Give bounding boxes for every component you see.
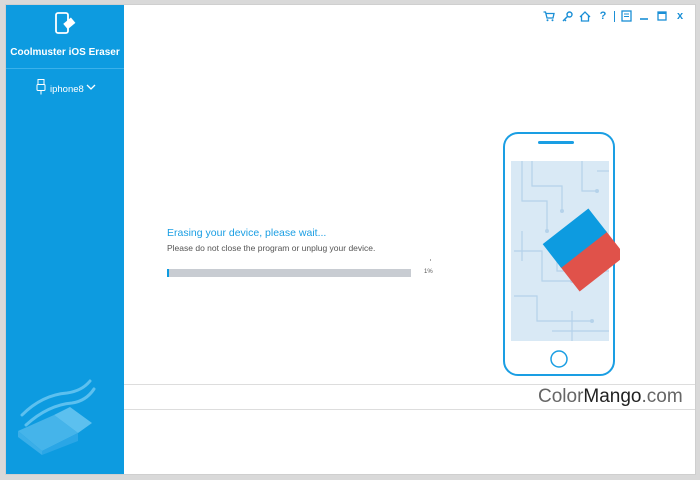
register-button[interactable] <box>558 8 576 24</box>
eraser-illustration-icon <box>18 379 96 455</box>
erase-status-subtitle: Please do not close the program or unplu… <box>167 243 376 253</box>
close-icon: x <box>676 10 684 22</box>
maximize-button[interactable] <box>653 8 671 24</box>
progress-tick <box>430 259 431 261</box>
home-button[interactable] <box>576 8 594 24</box>
progress-bar-fill <box>167 269 170 277</box>
erase-status-title: Erasing your device, please wait... <box>167 227 327 239</box>
maximize-icon <box>657 11 667 21</box>
home-icon <box>579 10 591 22</box>
minimize-button[interactable] <box>635 8 653 24</box>
app-window: Coolmuster iOS Eraser iphone8 ? x Erasin… <box>5 4 696 475</box>
usb-icon <box>36 79 46 95</box>
watermark-part1: Color <box>538 386 584 407</box>
feedback-icon <box>620 10 632 22</box>
cart-icon <box>543 10 555 21</box>
titlebar-controls: ? x <box>540 8 689 24</box>
help-button[interactable]: ? <box>594 8 612 24</box>
cart-button[interactable] <box>540 8 558 24</box>
watermark-logo: ColorMango.com <box>538 386 683 408</box>
chevron-down-icon[interactable] <box>86 83 96 91</box>
watermark-part2: Mango <box>583 386 642 407</box>
key-icon <box>561 10 573 22</box>
progress-bar <box>167 269 411 277</box>
footer-divider-top <box>124 384 695 385</box>
logo-area: Coolmuster iOS Eraser <box>6 5 124 69</box>
device-selector[interactable]: iphone8 <box>50 84 84 95</box>
feedback-button[interactable] <box>617 8 635 24</box>
close-button[interactable]: x <box>671 8 689 24</box>
minimize-icon <box>640 18 648 20</box>
app-title: Coolmuster iOS Eraser <box>10 47 120 58</box>
progress-percent-label: 1% <box>424 269 433 275</box>
app-logo-icon <box>55 12 76 34</box>
sidebar: Coolmuster iOS Eraser iphone8 <box>6 5 124 474</box>
phone-eraser-illustration <box>503 132 620 376</box>
help-icon: ? <box>599 10 607 22</box>
titlebar-divider <box>614 10 615 22</box>
footer-divider-bottom <box>124 409 695 410</box>
watermark-part3: .com <box>641 386 683 407</box>
